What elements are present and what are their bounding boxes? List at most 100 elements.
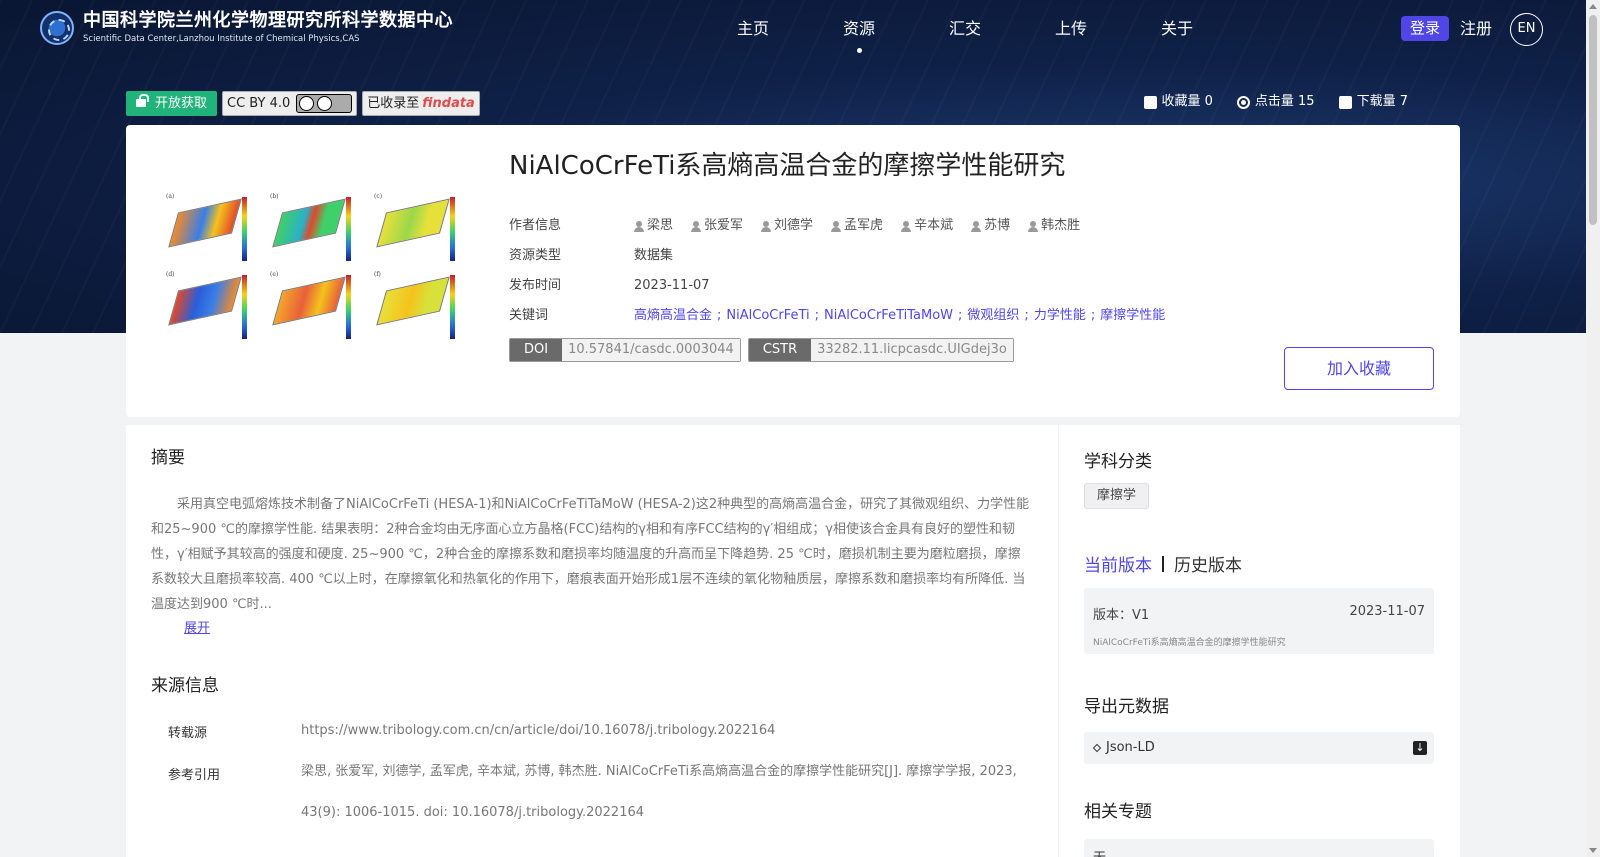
topics-title: 相关专题	[1084, 802, 1152, 822]
user-icon	[971, 220, 982, 232]
findata-logo: findata	[422, 96, 475, 111]
citation-label: 参考引用	[168, 768, 221, 783]
add-favorite-button[interactable]: 加入收藏	[1284, 347, 1434, 390]
register-link[interactable]: 注册	[1460, 16, 1492, 42]
citation-line-1: 梁思, 张爱军, 刘德学, 孟军虎, 辛本斌, 苏博, 韩杰胜. NiAlCoC…	[301, 764, 1017, 779]
keyword-link[interactable]: 高熵高温合金	[634, 301, 712, 331]
unlock-icon	[136, 93, 149, 107]
institute-emblem-icon	[40, 10, 74, 45]
cstr-label: CSTR	[748, 339, 812, 361]
version-name: NiAlCoCrFeTi系高熵高温合金的摩擦学性能研究	[1093, 638, 1286, 648]
keyword-link[interactable]: NiAlCoCrFeTiTaMoW	[824, 301, 953, 331]
user-icon	[831, 220, 842, 232]
open-access-label: 开放获取	[155, 96, 208, 111]
thumbnail-panel: (f)	[374, 271, 470, 343]
views-text: 点击量 15	[1254, 94, 1315, 109]
author-list: 梁思 张爱军 刘德学 孟军虎 辛本斌 苏博 韩杰胜	[634, 211, 1098, 241]
author-link[interactable]: 孟军虎	[831, 211, 883, 241]
cstr-value: 33282.11.licpcasdc.UIGdej3o	[811, 339, 1013, 361]
export-jsonld[interactable]: Json-LD ↓	[1084, 732, 1434, 764]
nav-submit[interactable]: 汇交	[912, 16, 1018, 42]
diamond-icon	[1092, 743, 1102, 753]
tab-current-version[interactable]: 当前版本	[1084, 551, 1152, 576]
open-access-badge: 开放获取	[126, 91, 218, 116]
type-value: 数据集	[634, 248, 674, 263]
scrollbar-thumb[interactable]	[1589, 15, 1597, 225]
views-count: 点击量 15	[1236, 92, 1315, 112]
dataset-card: (a) (b) (c) (d) (e) (f) NiAlCoCrFeTi系高熵高…	[126, 125, 1460, 417]
dataset-metadata: 作者信息 梁思 张爱军 刘德学 孟军虎 辛本斌 苏博 韩杰胜 资源类型 数据集 …	[509, 211, 1165, 331]
access-badges: 开放获取 CC BY 4.0 已收录至 findata	[126, 91, 480, 116]
keywords-label: 关键词	[509, 308, 549, 323]
dataset-thumbnail[interactable]: (a) (b) (c) (d) (e) (f)	[166, 193, 466, 348]
user-icon	[1028, 220, 1039, 232]
user-icon	[691, 220, 702, 232]
authors-label: 作者信息	[509, 218, 562, 233]
nav-upload[interactable]: 上传	[1018, 16, 1124, 42]
reprint-url[interactable]: https://www.tribology.com.cn/cn/article/…	[301, 710, 1031, 751]
page-scrollbar[interactable]	[1586, 0, 1600, 857]
license-badge[interactable]: CC BY 4.0	[222, 91, 358, 116]
panel-label: (c)	[374, 193, 383, 200]
thumbnail-panel: (c)	[374, 193, 470, 265]
favorites-icon	[1143, 95, 1157, 109]
keyword-link[interactable]: NiAlCoCrFeTi	[726, 301, 809, 331]
author-link[interactable]: 苏博	[971, 211, 1010, 241]
type-label: 资源类型	[509, 248, 562, 263]
version-tabs: 当前版本 历史版本	[1084, 551, 1242, 576]
subject-tag[interactable]: 摩擦学	[1084, 483, 1150, 509]
dataset-stats: 收藏量 0 点击量 15 下载量 7	[1143, 92, 1408, 112]
favorites-count: 收藏量 0	[1143, 92, 1213, 112]
scroll-down-icon[interactable]	[1589, 848, 1597, 853]
nav-about[interactable]: 关于	[1124, 16, 1230, 42]
cc-license-icon	[296, 94, 353, 113]
cstr-tag[interactable]: CSTR 33282.11.licpcasdc.UIGdej3o	[747, 338, 1014, 362]
keyword-list: 高熵高温合金; NiAlCoCrFeTi; NiAlCoCrFeTiTaMoW;…	[634, 301, 1165, 331]
site-logo[interactable]: 中国科学院兰州化学物理研究所科学数据中心 Scientific Data Cen…	[40, 10, 453, 45]
nav-resources[interactable]: 资源	[806, 16, 912, 53]
doi-tag[interactable]: DOI 10.57841/casdc.0003044	[509, 338, 741, 362]
subject-title: 学科分类	[1084, 452, 1152, 472]
download-icon[interactable]: ↓	[1413, 741, 1427, 755]
downloads-count: 下载量 7	[1338, 92, 1408, 112]
keyword-link[interactable]: 力学性能	[1034, 301, 1086, 331]
thumbnail-panel: (a)	[166, 193, 262, 265]
panel-label: (a)	[166, 193, 175, 200]
author-link[interactable]: 韩杰胜	[1028, 211, 1080, 241]
panel-label: (d)	[166, 271, 175, 278]
doi-value: 10.57841/casdc.0003044	[562, 339, 740, 361]
findata-badge[interactable]: 已收录至 findata	[362, 91, 480, 116]
version-card[interactable]: 版本：V1 2023-11-07 NiAlCoCrFeTi系高熵高温合金的摩擦学…	[1084, 588, 1434, 654]
logo-title: 中国科学院兰州化学物理研究所科学数据中心	[83, 10, 453, 31]
topics-value: 无	[1093, 847, 1106, 857]
panel-label: (e)	[270, 271, 279, 278]
author-link[interactable]: 梁思	[634, 211, 673, 241]
version-date: 2023-11-07	[1349, 604, 1425, 619]
expand-link[interactable]: 展开	[184, 617, 210, 636]
downloads-text: 下载量 7	[1356, 94, 1408, 109]
author-link[interactable]: 辛本斌	[901, 211, 953, 241]
version-number: 版本：V1	[1093, 608, 1150, 623]
detail-panel: 摘要 采用真空电弧熔炼技术制备了NiAlCoCrFeTi (HESA-1)和Ni…	[126, 425, 1058, 857]
language-toggle[interactable]: EN	[1510, 13, 1543, 46]
tab-history-version[interactable]: 历史版本	[1174, 551, 1242, 576]
abstract-title: 摘要	[151, 448, 185, 468]
date-value: 2023-11-07	[634, 278, 710, 293]
download-icon	[1338, 95, 1352, 109]
license-label: CC BY 4.0	[227, 96, 291, 111]
author-link[interactable]: 张爱军	[691, 211, 743, 241]
login-button[interactable]: 登录	[1401, 16, 1450, 41]
sidebar: 学科分类 摩擦学 当前版本 历史版本 版本：V1 2023-11-07 NiAl…	[1059, 425, 1460, 857]
user-icon	[761, 220, 772, 232]
eye-icon	[1236, 95, 1250, 109]
thumbnail-panel: (e)	[270, 271, 366, 343]
export-title: 导出元数据	[1084, 697, 1169, 717]
keyword-link[interactable]: 微观组织	[967, 301, 1019, 331]
keyword-link[interactable]: 摩擦学性能	[1100, 301, 1165, 331]
favorites-text: 收藏量 0	[1161, 94, 1213, 109]
author-link[interactable]: 刘德学	[761, 211, 813, 241]
scroll-up-icon[interactable]	[1589, 4, 1597, 9]
nav-home[interactable]: 主页	[700, 16, 806, 42]
doi-label: DOI	[510, 339, 563, 361]
dataset-title: NiAlCoCrFeTi系高熵高温合金的摩擦学性能研究	[509, 151, 1066, 181]
